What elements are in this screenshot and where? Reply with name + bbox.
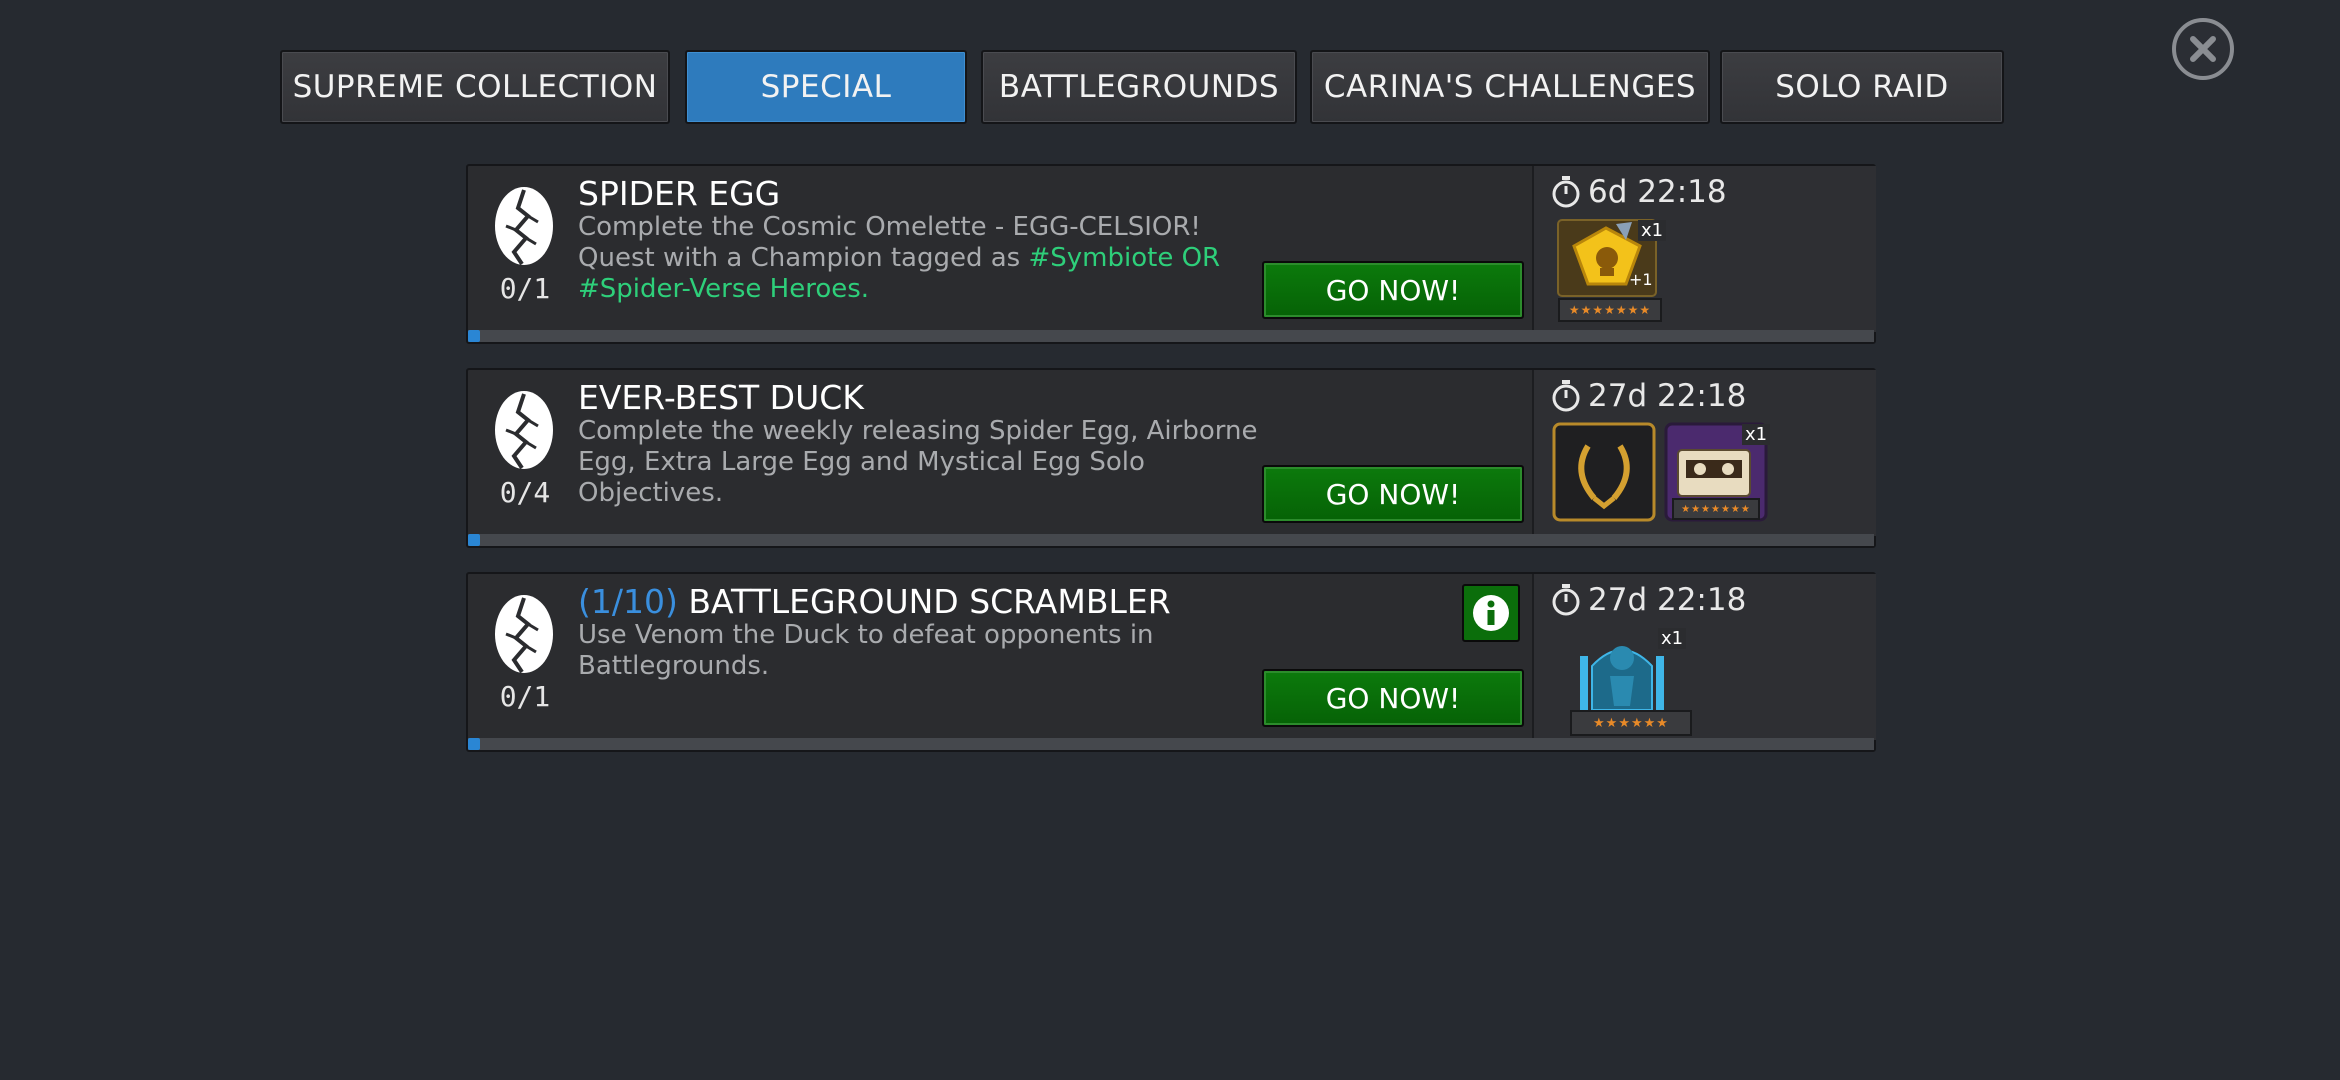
stopwatch-icon (1552, 380, 1580, 412)
star-rating: ★★★★★★★ (1672, 498, 1760, 520)
reward-quantity: x1 (1658, 628, 1687, 649)
objective-description: Complete the weekly releasing Spider Egg… (578, 416, 1258, 509)
objective-title: SPIDER EGG (578, 174, 780, 213)
timer-text: 6d 22:18 (1588, 174, 1727, 210)
progress-fill (468, 738, 480, 750)
reward-quantity: x1 (1638, 220, 1667, 241)
laurel-title-icon (1552, 422, 1656, 522)
progress-bar (468, 738, 1874, 750)
reward-gold-crystal[interactable]: x1 +1 ★★★★★★★ (1556, 218, 1667, 324)
objective-title: (1/10) BATTLEGROUND SCRAMBLER (578, 582, 1171, 621)
close-icon (2190, 36, 2216, 62)
timer: 6d 22:18 (1550, 174, 1727, 210)
go-now-button[interactable]: GO NOW! (1262, 261, 1524, 319)
star-rating: ★★★★★★★ (1558, 298, 1662, 322)
description-text: Complete the weekly releasing Spider Egg… (578, 416, 1258, 508)
egg-icon (495, 187, 553, 266)
objective-description: Use Venom the Duck to defeat opponents i… (578, 620, 1178, 682)
timer: 27d 22:18 (1550, 582, 1746, 618)
reward-statue[interactable]: x1 ★★★★★★ (1570, 626, 1694, 736)
progress-fill (468, 330, 480, 342)
egg-icon (495, 595, 553, 674)
progress-fill (468, 534, 480, 546)
tab-carinas-challenges[interactable]: CARINA'S CHALLENGES (1310, 50, 1710, 124)
progress-bar (468, 534, 1874, 546)
reward-cassette[interactable]: x1 ★★★★★★★ (1664, 422, 1771, 526)
reward-quantity: x1 (1742, 424, 1771, 445)
timer: 27d 22:18 (1550, 378, 1746, 414)
tab-battlegrounds[interactable]: BATTLEGROUNDS (981, 50, 1297, 124)
info-icon (1473, 595, 1509, 631)
objective-title-text: SPIDER EGG (578, 174, 781, 213)
reward-title-laurel[interactable] (1552, 422, 1656, 522)
timer-text: 27d 22:18 (1588, 378, 1747, 414)
go-now-button[interactable]: GO NOW! (1262, 669, 1524, 727)
close-button[interactable] (2172, 18, 2234, 80)
go-now-button[interactable]: GO NOW! (1262, 465, 1524, 523)
objective-card-spider-egg: 0/1 SPIDER EGG Complete the Cosmic Omele… (466, 164, 1876, 344)
progress-count: 0/1 (499, 680, 551, 713)
progress-bar (468, 330, 1874, 342)
stopwatch-icon (1552, 584, 1580, 616)
tab-solo-raid[interactable]: SOLO RAID (1720, 50, 2004, 124)
objective-card-ever-best-duck: 0/4 EVER-BEST DUCK Complete the weekly r… (466, 368, 1876, 548)
tab-special[interactable]: SPECIAL (685, 50, 967, 124)
objective-step-count: (1/10) (578, 582, 678, 621)
progress-count: 0/1 (499, 272, 551, 305)
objective-title-text: EVER-BEST DUCK (578, 378, 864, 417)
progress-count: 0/4 (499, 476, 551, 509)
stopwatch-icon (1552, 176, 1580, 208)
tab-supreme-collection[interactable]: SUPREME COLLECTION (280, 50, 670, 124)
objective-description: Complete the Cosmic Omelette - EGG-CELSI… (578, 212, 1258, 305)
info-button[interactable] (1462, 584, 1520, 642)
objective-card-battleground-scrambler: 0/1 (1/10) BATTLEGROUND SCRAMBLER Use Ve… (466, 572, 1876, 752)
star-rating: ★★★★★★ (1570, 710, 1692, 736)
description-text: Use Venom the Duck to defeat opponents i… (578, 620, 1154, 681)
reward-bonus: +1 (1629, 270, 1653, 289)
category-tabs: SUPREME COLLECTION SPECIAL BATTLEGROUNDS… (280, 50, 2004, 128)
objective-title-text: BATTLEGROUND SCRAMBLER (688, 582, 1171, 621)
egg-icon (495, 391, 553, 470)
objective-title: EVER-BEST DUCK (578, 378, 864, 417)
timer-text: 27d 22:18 (1588, 582, 1747, 618)
